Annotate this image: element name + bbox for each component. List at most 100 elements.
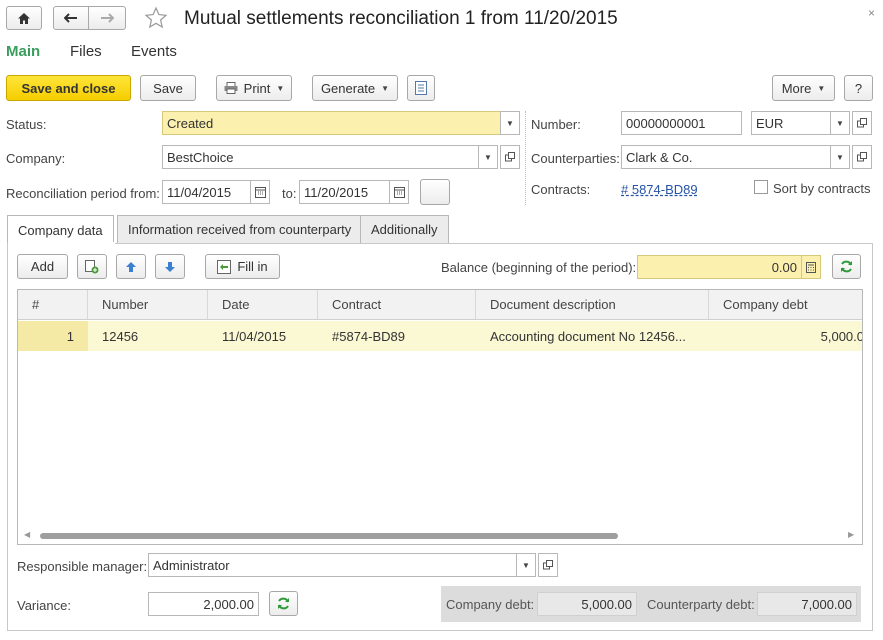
number-label: Number: <box>531 117 581 132</box>
add-button[interactable]: Add <box>17 254 68 279</box>
currency-open-button[interactable] <box>852 111 872 135</box>
period-to-field[interactable]: 11/20/2015 <box>299 180 390 204</box>
favorite-star-icon[interactable] <box>144 6 168 30</box>
column-header-company-debt[interactable]: Company debt <box>709 290 862 319</box>
save-button[interactable]: Save <box>140 75 196 101</box>
arrow-up-icon <box>126 261 136 272</box>
horizontal-scrollbar[interactable]: ◀ ▶ <box>18 528 862 544</box>
column-header-index[interactable]: # <box>18 290 88 319</box>
currency-field[interactable]: EUR <box>751 111 831 135</box>
print-button[interactable]: Print ▼ <box>216 75 292 101</box>
scroll-right-icon[interactable]: ▶ <box>848 530 854 539</box>
company-open-button[interactable] <box>500 145 520 169</box>
home-button[interactable] <box>6 6 42 30</box>
fill-in-icon <box>217 259 232 274</box>
documents-table[interactable]: # Number Date Contract Document descript… <box>17 289 863 545</box>
more-button[interactable]: More ▼ <box>772 75 835 101</box>
company-dropdown-button[interactable]: ▼ <box>478 145 498 169</box>
company-debt-label: Company debt: <box>446 597 535 612</box>
arrow-down-icon <box>165 261 175 272</box>
tab-main[interactable]: Main <box>6 43 40 60</box>
copy-button[interactable] <box>77 254 107 279</box>
balance-label: Balance (beginning of the period): <box>441 260 637 275</box>
period-from-field[interactable]: 11/04/2015 <box>162 180 251 204</box>
row-contract-cell: #5874-BD89 <box>332 328 405 344</box>
counterparty-debt-value: 7,000.00 <box>757 592 857 616</box>
contracts-label: Contracts: <box>531 182 591 197</box>
period-label: Reconciliation period from: <box>6 186 160 201</box>
status-field[interactable]: Created <box>162 111 501 135</box>
currency-dropdown-button[interactable]: ▼ <box>830 111 850 135</box>
company-field[interactable]: BestChoice <box>162 145 479 169</box>
table-header: # Number Date Contract Document descript… <box>18 290 862 320</box>
calendar-icon <box>393 186 405 198</box>
responsible-manager-field[interactable]: Administrator <box>148 553 517 577</box>
variance-field: 2,000.00 <box>148 592 259 616</box>
document-icon <box>415 81 427 95</box>
page-title: Mutual settlements reconciliation 1 from… <box>184 8 618 29</box>
forward-button[interactable] <box>88 6 126 30</box>
row-description-cell: Accounting document No 12456... <box>490 328 686 344</box>
save-and-close-button[interactable]: Save and close <box>6 75 131 101</box>
balance-field[interactable]: 0.00 <box>637 255 802 279</box>
arrow-right-icon <box>101 13 114 23</box>
chevron-down-icon: ▼ <box>817 83 826 93</box>
row-date-cell: 11/04/2015 <box>222 328 287 344</box>
company-debt-value: 5,000.00 <box>537 592 637 616</box>
calculator-icon <box>806 261 816 273</box>
column-header-date[interactable]: Date <box>208 290 318 319</box>
period-select-button[interactable] <box>420 179 450 205</box>
column-divider <box>525 111 526 205</box>
status-label: Status: <box>6 117 47 132</box>
sort-by-contracts-checkbox[interactable] <box>754 180 768 194</box>
balance-calculator-button[interactable] <box>801 255 821 279</box>
column-header-number[interactable]: Number <box>88 290 208 319</box>
status-dropdown-button[interactable]: ▼ <box>500 111 520 135</box>
debt-summary-panel: Company debt: 5,000.00 Counterparty debt… <box>441 586 861 622</box>
period-from-calendar-button[interactable] <box>250 180 270 204</box>
period-to-calendar-button[interactable] <box>389 180 409 204</box>
refresh-variance-button[interactable] <box>269 591 298 616</box>
open-icon <box>857 118 867 128</box>
printer-icon <box>224 82 238 94</box>
tab-events[interactable]: Events <box>131 43 177 60</box>
open-icon <box>505 152 515 162</box>
scrollbar-thumb[interactable] <box>40 533 618 539</box>
fill-in-button[interactable]: Fill in <box>205 254 280 279</box>
open-icon <box>543 560 553 570</box>
column-header-contract[interactable]: Contract <box>318 290 476 319</box>
refresh-balance-button[interactable] <box>832 254 861 279</box>
chevron-down-icon: ▼ <box>381 83 390 93</box>
counterparties-dropdown-button[interactable]: ▼ <box>830 145 850 169</box>
calendar-icon <box>254 186 266 198</box>
responsible-manager-label: Responsible manager: <box>17 559 148 574</box>
sort-by-contracts-label: Sort by contracts <box>773 181 871 196</box>
document-button[interactable] <box>407 75 435 101</box>
back-button[interactable] <box>53 6 89 30</box>
contracts-link[interactable]: # 5874-BD89 <box>621 182 698 197</box>
manager-open-button[interactable] <box>538 553 558 577</box>
move-down-button[interactable] <box>155 254 185 279</box>
home-icon <box>18 12 30 24</box>
counterparties-field[interactable]: Clark & Co. <box>621 145 831 169</box>
close-icon[interactable]: × <box>868 6 875 20</box>
copy-icon <box>85 259 99 273</box>
period-to-label: to: <box>282 186 297 201</box>
generate-button[interactable]: Generate ▼ <box>312 75 398 101</box>
tab-counterparty-info[interactable]: Information received from counterparty <box>117 215 363 243</box>
company-label: Company: <box>6 151 66 166</box>
manager-dropdown-button[interactable]: ▼ <box>516 553 536 577</box>
tab-additionally[interactable]: Additionally <box>360 215 449 243</box>
tab-company-data[interactable]: Company data <box>7 215 114 244</box>
move-up-button[interactable] <box>116 254 146 279</box>
number-field[interactable]: 00000000001 <box>621 111 742 135</box>
open-icon <box>857 152 867 162</box>
tab-active-gap <box>8 242 115 244</box>
counterparties-label: Counterparties: <box>531 151 620 166</box>
table-row[interactable]: 1 12456 11/04/2015 #5874-BD89 Accounting… <box>18 321 862 351</box>
scroll-left-icon[interactable]: ◀ <box>24 530 30 539</box>
counterparties-open-button[interactable] <box>852 145 872 169</box>
help-button[interactable]: ? <box>844 75 873 101</box>
column-header-document-description[interactable]: Document description <box>476 290 709 319</box>
tab-files[interactable]: Files <box>70 43 102 60</box>
